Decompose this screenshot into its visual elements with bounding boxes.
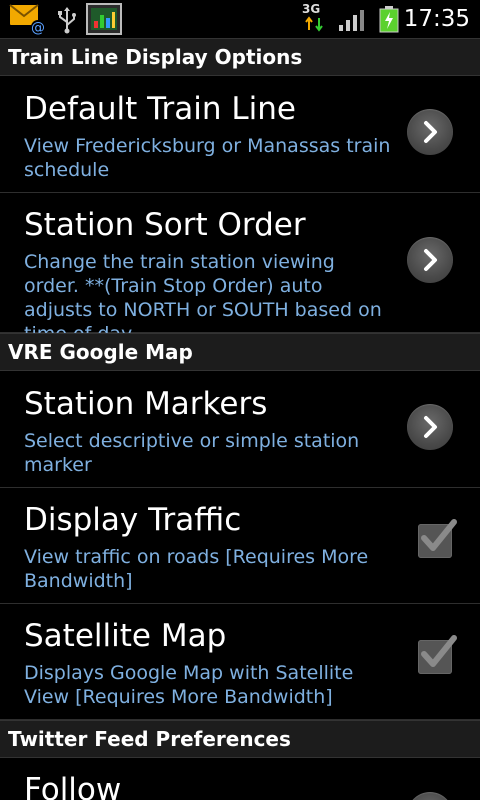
signal-strength-icon xyxy=(339,10,364,31)
section-header-label: Train Line Display Options xyxy=(8,45,303,69)
chevron-right-icon[interactable] xyxy=(407,404,453,450)
pref-title: Display Traffic xyxy=(24,502,242,538)
usb-icon xyxy=(58,7,76,34)
pref-summary: Change the train station viewing order. … xyxy=(24,251,382,345)
section-header-label: Twitter Feed Preferences xyxy=(8,727,291,751)
satellite-checkbox[interactable] xyxy=(418,635,457,674)
section-header-train-line: Train Line Display Options xyxy=(0,38,480,76)
email-notification-icon: @ xyxy=(9,4,45,35)
pref-station-markers[interactable]: Station Markers Select descriptive or si… xyxy=(0,371,480,488)
pref-title: Station Markers xyxy=(24,386,268,422)
section-header-google-map: VRE Google Map xyxy=(0,333,480,371)
clock: 17:35 xyxy=(403,6,470,32)
pref-title: Satellite Map xyxy=(24,618,227,654)
3g-data-icon: 3G xyxy=(300,2,328,34)
pref-follow[interactable]: Follow xyxy=(0,758,480,800)
pref-summary: View traffic on roads [Requires More Ban… xyxy=(24,546,369,592)
checkmark-icon xyxy=(421,519,457,551)
settings-screen: @ 3G 17:35 Train Line Display Options De… xyxy=(0,0,480,800)
pref-title: Station Sort Order xyxy=(24,207,306,243)
pref-station-sort-order[interactable]: Station Sort Order Change the train stat… xyxy=(0,193,480,345)
chevron-right-icon[interactable] xyxy=(407,237,453,283)
pref-title: Follow xyxy=(24,772,122,800)
pref-display-traffic[interactable]: Display Traffic View traffic on roads [R… xyxy=(0,488,480,604)
network-type-label: 3G xyxy=(302,2,321,16)
pref-satellite-map[interactable]: Satellite Map Displays Google Map with S… xyxy=(0,604,480,720)
section-header-twitter: Twitter Feed Preferences xyxy=(0,720,480,758)
status-bar: @ 3G 17:35 xyxy=(0,0,480,38)
pref-summary: Displays Google Map with Satellite View … xyxy=(24,662,354,708)
chevron-right-icon[interactable] xyxy=(407,792,453,800)
checkmark-icon xyxy=(421,635,457,667)
pref-title: Default Train Line xyxy=(24,91,296,127)
chevron-right-icon[interactable] xyxy=(407,109,453,155)
section-header-label: VRE Google Map xyxy=(8,340,193,364)
traffic-checkbox[interactable] xyxy=(418,519,457,558)
battery-charging-icon xyxy=(379,6,399,33)
svg-text:@: @ xyxy=(31,20,45,35)
pref-summary: Select descriptive or simple station mar… xyxy=(24,430,360,476)
pref-default-train-line[interactable]: Default Train Line View Fredericksburg o… xyxy=(0,76,480,193)
app-notification-icon xyxy=(86,3,122,35)
pref-summary: View Fredericksburg or Manassas train sc… xyxy=(24,135,391,181)
